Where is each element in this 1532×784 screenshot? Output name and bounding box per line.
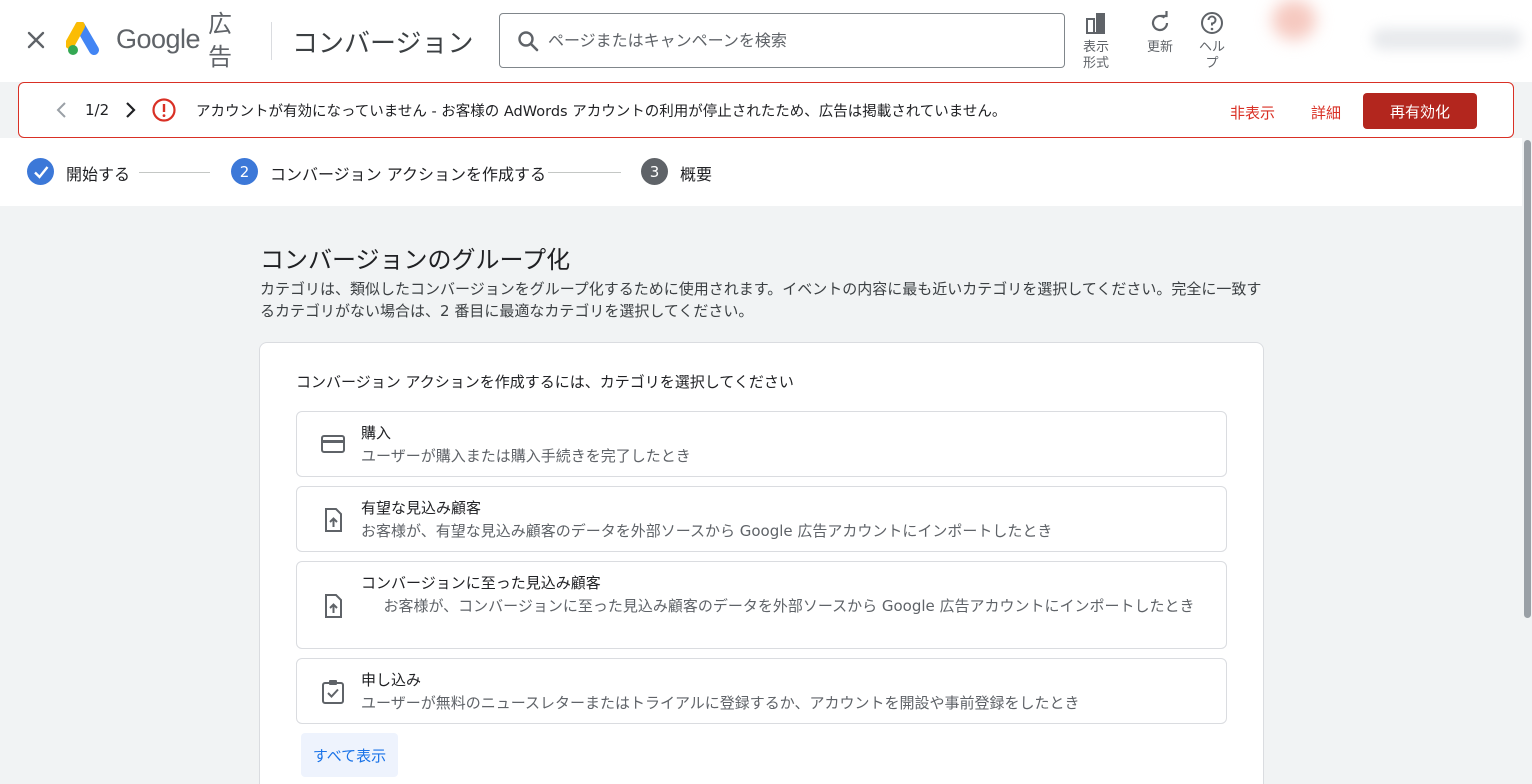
- option-title: コンバージョンに至った見込み顧客: [361, 574, 601, 592]
- detail-link[interactable]: 詳細: [1311, 102, 1341, 123]
- show-all-button[interactable]: すべて表示: [301, 733, 398, 777]
- refresh-label: 更新: [1146, 40, 1173, 55]
- header-divider: [271, 22, 272, 60]
- option-description: お客様が、有望な見込み顧客のデータを外部ソースから Google 広告アカウント…: [361, 522, 1053, 540]
- alert-message: アカウントが有効になっていません - お客様の AdWords アカウントの利用…: [196, 104, 1007, 120]
- stepper: 開始する 2 コンバージョン アクションを作成する 3 概要: [0, 138, 1522, 206]
- reactivate-button[interactable]: 再有効化: [1363, 93, 1477, 129]
- alert-counter: 1/2: [85, 101, 110, 119]
- scrollbar-thumb[interactable]: [1524, 140, 1531, 618]
- chevron-right-icon[interactable]: [119, 99, 141, 121]
- view-format-label: 表示 形式: [1082, 40, 1109, 71]
- help-icon: [1201, 12, 1223, 34]
- step-2-label: コンバージョン アクションを作成する: [270, 165, 546, 184]
- google-ads-logo: [65, 21, 106, 58]
- option-title: 購入: [361, 424, 392, 442]
- view-format-button[interactable]: 表示 形式: [1066, 10, 1126, 72]
- step-3-label: 概要: [680, 165, 713, 184]
- avatar[interactable]: [1272, 0, 1316, 40]
- brand-ads-label: 広告: [208, 10, 232, 71]
- step-2-number: 2: [231, 158, 258, 185]
- category-option-converted-lead[interactable]: コンバージョンに至った見込み顧客 お客様が、コンバージョンに至った見込み顧客のデ…: [296, 561, 1227, 649]
- top-bar: Google 広告 コンバージョン 表示 形式 更新 ヘル プ: [0, 0, 1532, 82]
- step-1-label: 開始する: [66, 165, 131, 184]
- refresh-button[interactable]: 更新: [1130, 10, 1190, 56]
- section-title: コンバージョンのグループ化: [260, 246, 571, 274]
- clipboard-check-icon: [322, 680, 344, 704]
- file-upload-icon: [325, 508, 342, 532]
- search-box[interactable]: [499, 13, 1065, 68]
- card-heading: コンバージョン アクションを作成するには、カテゴリを選択してください: [296, 373, 794, 391]
- error-icon: [152, 98, 176, 122]
- category-option-purchase[interactable]: 購入 ユーザーが購入または購入手続きを完了したとき: [296, 411, 1227, 477]
- credit-card-icon: [321, 435, 345, 453]
- file-upload-icon: [325, 594, 342, 618]
- step-connector: [139, 172, 210, 173]
- category-option-qualified-lead[interactable]: 有望な見込み顧客 お客様が、有望な見込み顧客のデータを外部ソースから Googl…: [296, 486, 1227, 552]
- page-title: コンバージョン: [292, 29, 474, 59]
- option-description: お客様が、コンバージョンに至った見込み顧客のデータを外部ソースから Google…: [383, 597, 1195, 615]
- option-description: ユーザーが無料のニュースレターまたはトライアルに登録するか、アカウントを開設や事…: [361, 694, 1080, 712]
- chevron-left-icon[interactable]: [51, 99, 73, 121]
- section-description: カテゴリは、類似したコンバージョンをグループ化するために使用されます。イベントの…: [260, 280, 1262, 320]
- account-info[interactable]: [1372, 28, 1522, 50]
- step-1-check-icon: [27, 158, 54, 185]
- option-description: ユーザーが購入または購入手続きを完了したとき: [361, 447, 691, 465]
- search-icon: [518, 30, 539, 51]
- step-connector: [548, 172, 621, 173]
- brand-name: Google: [116, 24, 201, 54]
- option-title: 申し込み: [361, 671, 422, 689]
- hide-link[interactable]: 非表示: [1230, 102, 1275, 123]
- view-format-icon: [1086, 13, 1105, 34]
- close-icon[interactable]: [22, 26, 50, 54]
- help-label: ヘル プ: [1198, 40, 1225, 71]
- account-alert-banner: 1/2 アカウントが有効になっていません - お客様の AdWords アカウン…: [18, 82, 1514, 138]
- help-button[interactable]: ヘル プ: [1194, 10, 1230, 72]
- option-title: 有望な見込み顧客: [361, 499, 482, 517]
- refresh-icon: [1151, 11, 1169, 32]
- category-card: コンバージョン アクションを作成するには、カテゴリを選択してください 購入 ユー…: [259, 342, 1264, 784]
- search-input[interactable]: [548, 31, 1028, 50]
- category-option-signup[interactable]: 申し込み ユーザーが無料のニュースレターまたはトライアルに登録するか、アカウント…: [296, 658, 1227, 724]
- step-3-number: 3: [641, 158, 668, 185]
